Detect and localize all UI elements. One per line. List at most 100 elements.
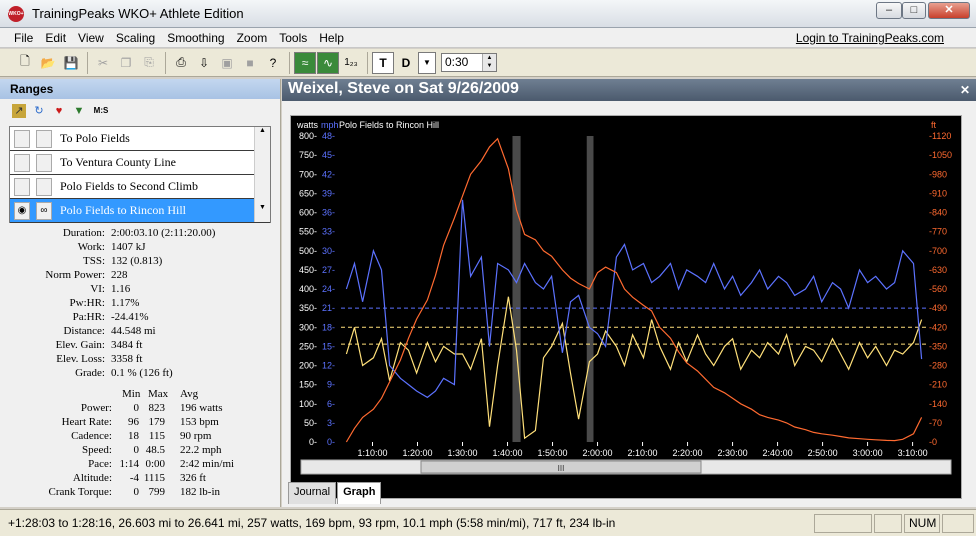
stats-avg: 196 watts xyxy=(180,402,223,414)
peak-icon[interactable]: ▼ xyxy=(72,104,86,118)
ft-tick-label: -280 xyxy=(929,361,947,371)
open-folder-icon[interactable]: 📂 xyxy=(37,52,59,74)
watts-tick-label: 600- xyxy=(299,208,317,218)
stats-row-label: Altitude: xyxy=(72,472,112,484)
link-icon[interactable]: ∞ xyxy=(36,201,52,220)
ft-tick-label: -560 xyxy=(929,284,947,294)
mph-tick-label: 0- xyxy=(327,437,335,447)
stats-row-label: Cadence: xyxy=(71,430,112,442)
window-title: TrainingPeaks WKO+ Athlete Edition xyxy=(32,6,244,21)
graph-lines-icon[interactable]: ≈ xyxy=(294,51,316,74)
help-icon[interactable]: ? xyxy=(262,52,284,74)
graph-close-icon[interactable]: ✕ xyxy=(960,80,970,100)
ft-tick-label: -630 xyxy=(929,265,947,275)
menu-help[interactable]: Help xyxy=(313,31,350,45)
save-icon[interactable]: 💾 xyxy=(60,52,82,74)
range-visibility-toggle[interactable] xyxy=(14,177,30,196)
count-icon[interactable]: 1₂₃ xyxy=(340,52,362,74)
range-item[interactable]: To Ventura County Line xyxy=(10,151,270,175)
summary-value: 1407 kJ xyxy=(111,241,146,253)
export-icon[interactable]: ▣ xyxy=(216,52,238,74)
tab-graph[interactable]: Graph xyxy=(337,482,382,504)
summary-label: Pw:HR: xyxy=(69,297,105,309)
watts-tick-label: 750- xyxy=(299,150,317,160)
watts-tick-label: 650- xyxy=(299,188,317,198)
watts-tick-label: 0- xyxy=(309,437,317,447)
ft-tick-label: -840 xyxy=(929,208,947,218)
menu-tools[interactable]: Tools xyxy=(273,31,313,45)
mph-tick-label: 36- xyxy=(322,208,335,218)
maximize-button[interactable]: □ xyxy=(902,2,926,19)
smoothing-time-input[interactable]: 0:30 ▲ ▼ xyxy=(441,53,497,72)
close-button[interactable]: ✕ xyxy=(928,2,970,19)
status-pane xyxy=(942,513,974,533)
toolbar: 🗋 📂 💾 ✂ ❐ ⎘ ⎙ ⇩ ▣ ■ ? ≈ ∿ 1₂₃ T D ▼ 0:30… xyxy=(0,49,976,77)
menu-view[interactable]: View xyxy=(72,31,110,45)
ft-tick-label: -490 xyxy=(929,303,947,313)
dropdown-icon[interactable]: ▼ xyxy=(418,51,436,74)
copy-icon[interactable]: ❐ xyxy=(115,52,137,74)
stats-avg: 2:42 min/mi xyxy=(180,458,235,470)
minimize-button[interactable]: – xyxy=(876,2,902,19)
mph-tick-label: 48- xyxy=(322,131,335,141)
menu-smoothing[interactable]: Smoothing xyxy=(161,31,230,45)
cut-icon[interactable]: ✂ xyxy=(92,52,114,74)
stats-max: 115 xyxy=(148,430,165,442)
range-item[interactable]: Polo Fields to Second Climb xyxy=(10,175,270,199)
x-tick-label: 1:30:00 xyxy=(448,448,478,458)
ranges-scrollbar[interactable]: ▲ ▼ xyxy=(254,127,270,222)
range-label-overlay: Polo Fields to Rincon Hill xyxy=(339,120,439,130)
stats-min: 18 xyxy=(128,430,139,442)
range-visibility-toggle[interactable] xyxy=(14,129,30,148)
summary-value: 44.548 mi xyxy=(111,325,156,337)
toolbar-separator xyxy=(367,51,368,74)
menu-scaling[interactable]: Scaling xyxy=(110,31,161,45)
ranges-header: Ranges xyxy=(0,79,280,99)
spin-stepper[interactable]: ▲ ▼ xyxy=(482,54,496,71)
stats-row-label: Pace: xyxy=(88,458,112,470)
heart-icon[interactable]: ♥ xyxy=(52,104,66,118)
range-item[interactable]: To Polo Fields xyxy=(10,127,270,151)
login-link[interactable]: Login to TrainingPeaks.com xyxy=(796,31,944,45)
summary-value: 2:00:03.10 (2:11:20.00) xyxy=(111,227,216,239)
new-file-icon[interactable]: 🗋 xyxy=(14,52,36,74)
range-lock-toggle[interactable] xyxy=(36,129,52,148)
stats-row-label: Heart Rate: xyxy=(61,416,112,428)
paste-icon[interactable]: ⎘ xyxy=(138,52,160,74)
graph-header: Weixel, Steve on Sat 9/26/2009 ✕ xyxy=(282,79,976,101)
range-lock-toggle[interactable] xyxy=(36,177,52,196)
tab-journal[interactable]: Journal xyxy=(288,482,337,504)
workout-chart[interactable]: 0- 50- 100- 150- 200- 250- 300- 350- 400- 450- 500… xyxy=(291,116,961,498)
mph-tick-label: 42- xyxy=(322,169,335,179)
view-tabs: Journal Graph xyxy=(288,482,382,504)
print-icon[interactable]: ⎙ xyxy=(170,52,192,74)
range-visibility-toggle[interactable] xyxy=(14,153,30,172)
graph-fill-icon[interactable]: ∿ xyxy=(317,51,339,74)
mph-tick-label: 6- xyxy=(327,399,335,409)
menu-file[interactable]: File xyxy=(8,31,39,45)
watts-tick-label: 300- xyxy=(299,322,317,332)
distance-axis-button[interactable]: D xyxy=(395,52,417,74)
eye-icon[interactable]: ◉ xyxy=(14,201,30,220)
range-item-selected[interactable]: ◉ ∞ Polo Fields to Rincon Hill xyxy=(10,199,270,223)
menu-zoom[interactable]: Zoom xyxy=(231,31,274,45)
ft-tick-label: -980 xyxy=(929,169,947,179)
toolbar-separator xyxy=(87,51,88,74)
watts-tick-label: 700- xyxy=(299,169,317,179)
watts-tick-label: 800- xyxy=(299,131,317,141)
menu-edit[interactable]: Edit xyxy=(39,31,72,45)
ft-tick-label: -420 xyxy=(929,322,947,332)
summary-label: Elev. Gain: xyxy=(55,339,105,351)
stats-min: 0 xyxy=(133,402,140,414)
import-icon[interactable]: ⇩ xyxy=(193,52,215,74)
range-label: To Polo Fields xyxy=(60,131,130,145)
range-lock-toggle[interactable] xyxy=(36,153,52,172)
ms-toggle[interactable]: M:S xyxy=(92,104,110,118)
range-chart-icon[interactable]: ↗ xyxy=(12,104,26,118)
refresh-icon[interactable]: ↻ xyxy=(32,104,46,118)
x-tick-label: 1:20:00 xyxy=(402,448,432,458)
watts-tick-label: 200- xyxy=(299,361,317,371)
stop-icon[interactable]: ■ xyxy=(239,52,261,74)
mph-tick-label: 9- xyxy=(327,380,335,390)
time-axis-button[interactable]: T xyxy=(372,51,394,74)
